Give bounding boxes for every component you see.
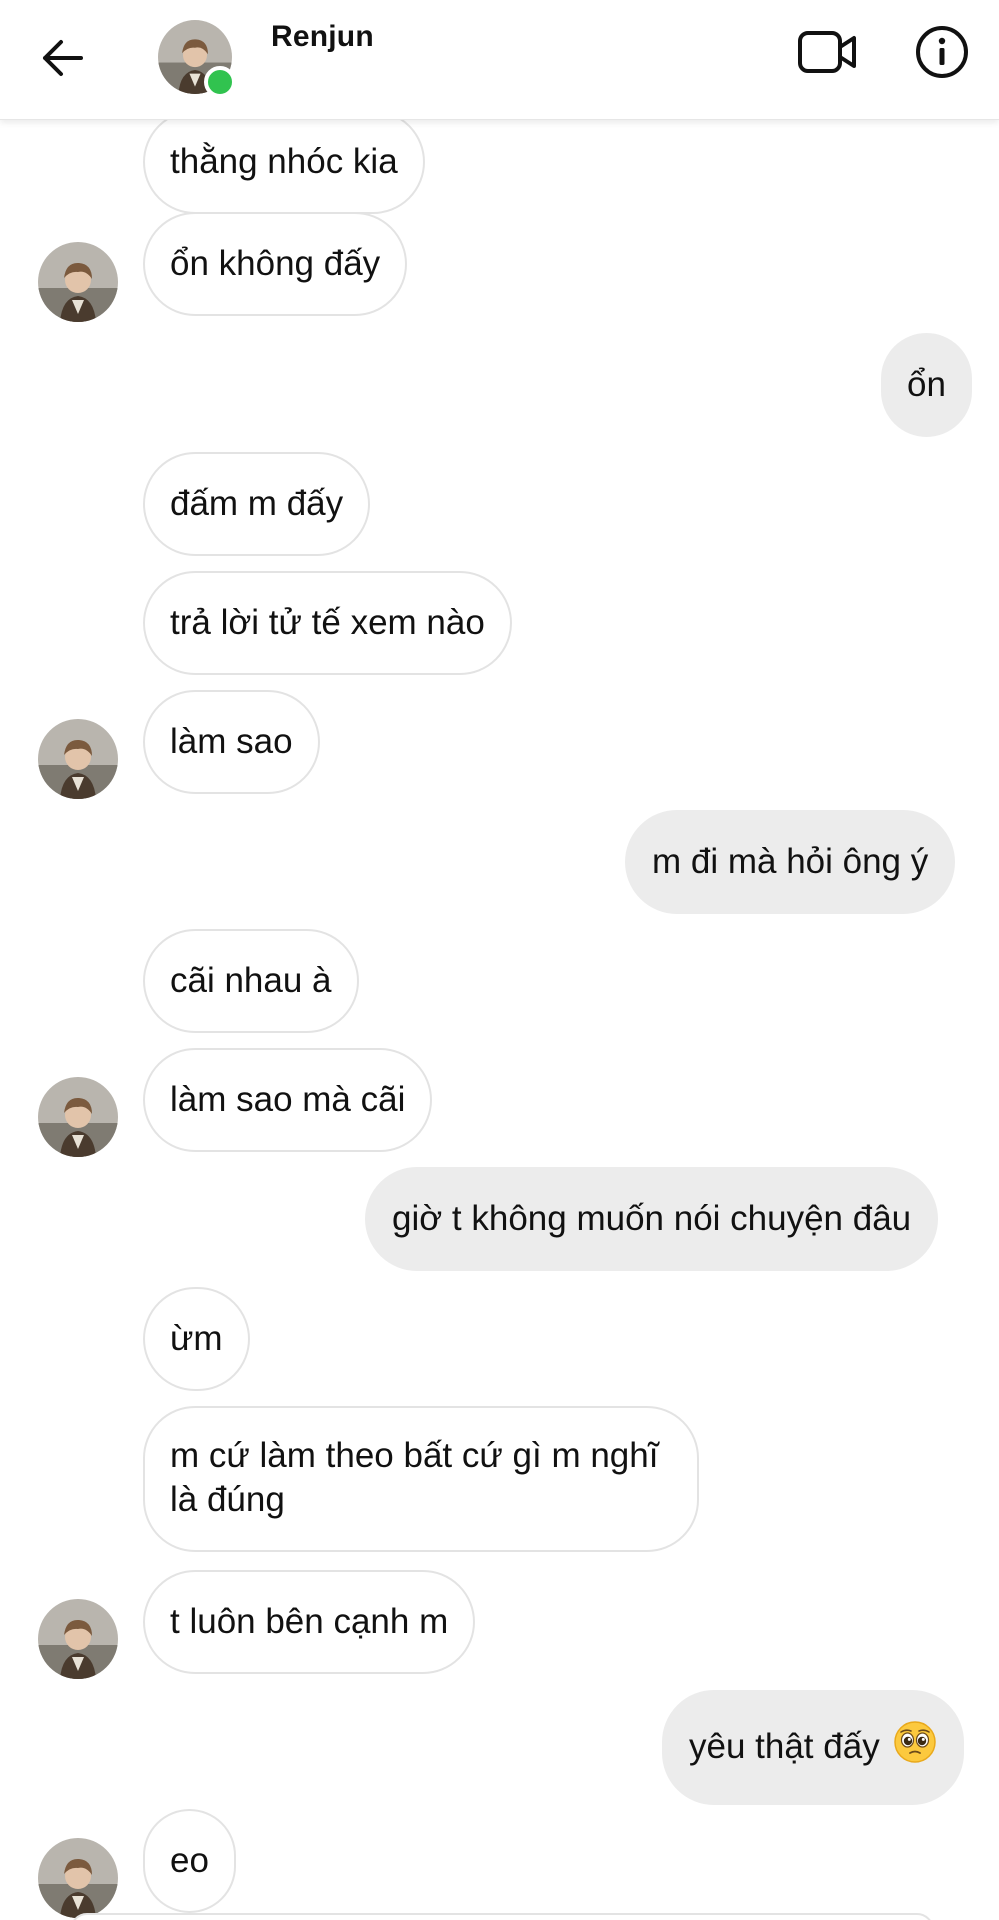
message-bubble-incoming[interactable]: ừm [143,1287,250,1391]
avatar-photo [38,1077,118,1157]
message-text: đấm m đấy [170,484,344,523]
back-button[interactable] [34,30,90,86]
message-text: yêu thật đấy [689,1727,880,1766]
contact-name[interactable]: Renjun [271,20,374,54]
chat-screen: thằng nhóc kia ổn không đấy ổn đấm m đấy… [0,0,999,1920]
message-bubble-incoming[interactable]: m cứ làm theo bất cứ gì m nghĩ là đúng [143,1406,699,1552]
message-bubble-incoming[interactable]: đấm m đấy [143,452,371,556]
message-composer[interactable] [70,1913,934,1920]
message-bubble-outgoing[interactable]: ổn [881,333,972,437]
contact-avatar[interactable] [158,20,236,98]
message-bubble-outgoing[interactable]: m đi mà hỏi ông ý [625,810,956,914]
info-button[interactable] [914,24,970,80]
message-bubble-incoming[interactable]: trả lời tử tế xem nào [143,571,512,675]
info-circle-icon [916,26,968,78]
message-bubble-outgoing[interactable]: giờ t không muốn nói chuyện đâu [365,1167,939,1271]
message-text: ừm [170,1319,223,1358]
message-text: thằng nhóc kia [170,142,398,181]
message-bubble-incoming[interactable]: eo [143,1809,236,1913]
message-text: t luôn bên cạnh m [170,1602,449,1641]
message-bubble-incoming[interactable]: thằng nhóc kia [143,110,425,214]
pleading-face-emoji-icon [893,1720,937,1775]
message-bubble-incoming[interactable]: cãi nhau à [143,929,359,1033]
sender-avatar[interactable] [38,242,118,322]
sender-avatar[interactable] [38,1077,118,1157]
message-bubble-incoming[interactable]: làm sao mà cãi [143,1048,433,1152]
chat-header: Renjun [0,0,999,120]
message-bubble-incoming[interactable]: ổn không đấy [143,212,408,316]
avatar-photo [38,242,118,322]
arrow-left-icon [43,40,83,76]
message-text: làm sao [170,722,293,761]
message-text: trả lời tử tế xem nào [170,603,485,642]
message-bubble-incoming[interactable]: làm sao [143,690,320,794]
video-camera-icon [798,31,856,73]
video-call-button[interactable] [795,24,861,80]
online-status-indicator [204,66,236,98]
message-text: giờ t không muốn nói chuyện đâu [392,1199,912,1238]
message-text: m đi mà hỏi ông ý [652,842,929,881]
message-text: m cứ làm theo bất cứ gì m nghĩ là đúng [170,1436,659,1519]
sender-avatar[interactable] [38,1838,118,1918]
avatar-photo [38,1599,118,1679]
avatar-photo [38,719,118,799]
avatar-photo [38,1838,118,1918]
message-thread[interactable]: thằng nhóc kia ổn không đấy ổn đấm m đấy… [0,0,999,1920]
message-text: làm sao mà cãi [170,1080,406,1119]
message-bubble-outgoing[interactable]: yêu thật đấy [662,1690,965,1805]
sender-avatar[interactable] [38,1599,118,1679]
sender-avatar[interactable] [38,719,118,799]
message-bubble-incoming[interactable]: t luôn bên cạnh m [143,1570,476,1674]
message-text: eo [170,1841,209,1880]
message-text: cãi nhau à [170,961,332,1000]
message-text: ổn không đấy [170,244,381,283]
message-text: ổn [907,365,946,404]
